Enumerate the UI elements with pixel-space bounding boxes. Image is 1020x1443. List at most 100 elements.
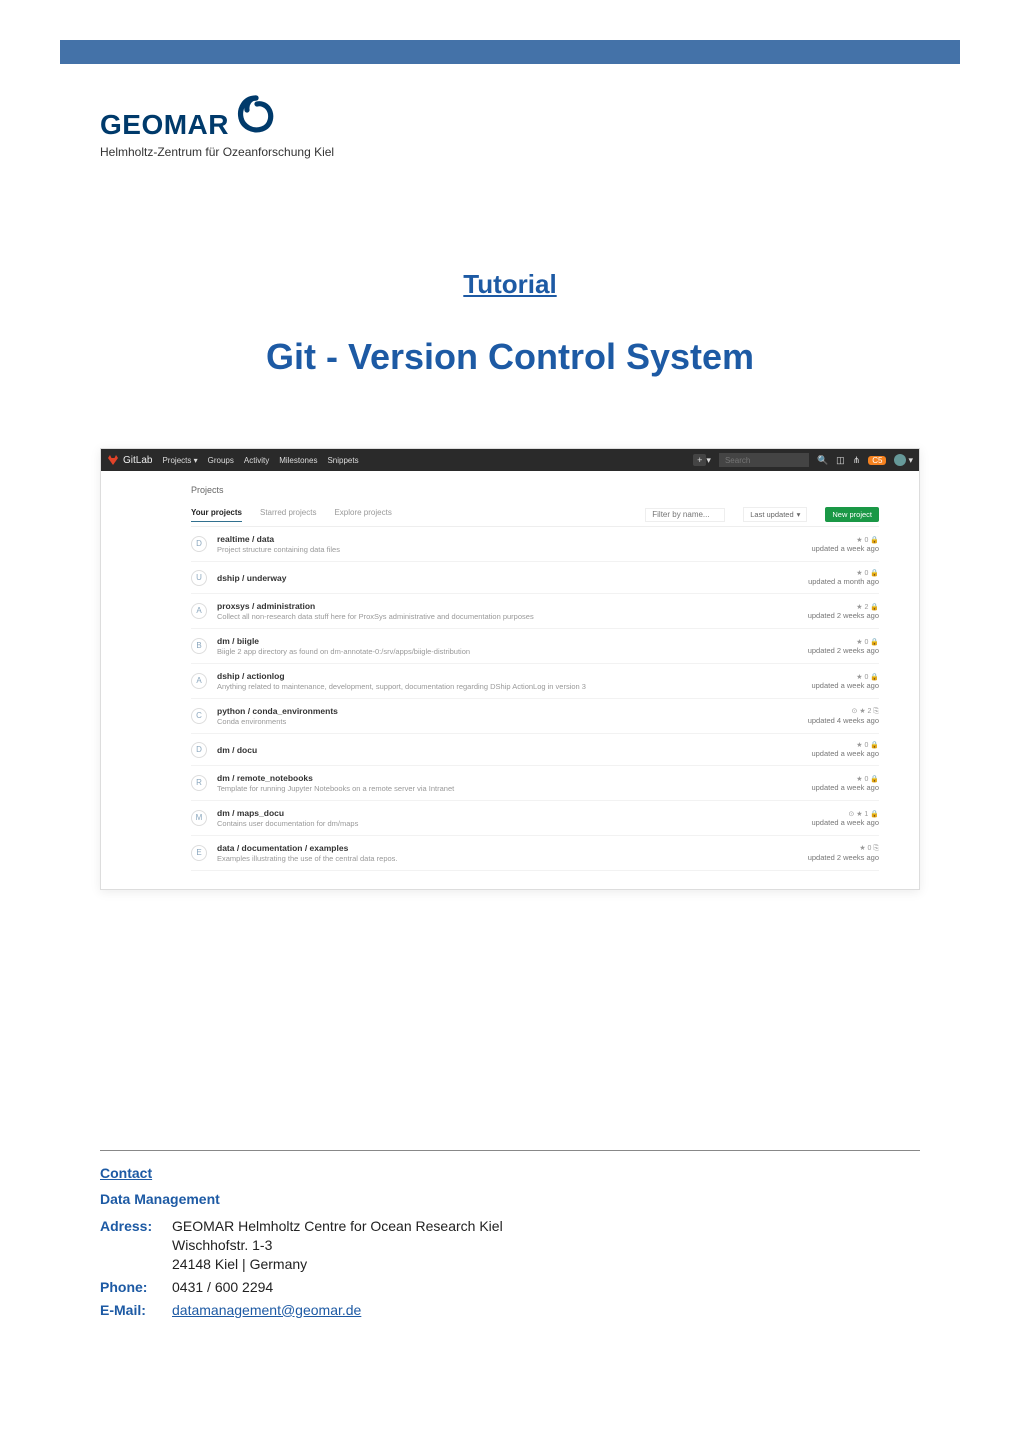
projects-heading: Projects	[191, 479, 879, 501]
project-stat-icons: ★ 0 🔒	[811, 775, 879, 783]
project-updated: updated 4 weeks ago	[808, 716, 879, 725]
sort-dropdown[interactable]: Last updated ▾	[743, 507, 807, 522]
project-updated: updated a week ago	[811, 749, 879, 758]
project-stat-icons: ★ 0 🔒	[811, 673, 879, 681]
project-row[interactable]: Drealtime / dataProject structure contai…	[191, 527, 879, 562]
phone-value: 0431 / 600 2294	[172, 1279, 273, 1295]
mr-icon[interactable]: ⋔	[853, 455, 861, 466]
issues-icon[interactable]: ◫	[836, 455, 845, 466]
project-title[interactable]: dship / underway	[217, 573, 798, 583]
nav-milestones[interactable]: Milestones	[279, 456, 317, 465]
project-avatar: U	[191, 570, 207, 586]
tab-your-projects[interactable]: Your projects	[191, 508, 242, 522]
filter-by-name-input[interactable]	[645, 508, 725, 522]
project-row[interactable]: Cpython / conda_environmentsConda enviro…	[191, 699, 879, 734]
project-row[interactable]: Ddm / docu ★ 0 🔒updated a week ago	[191, 734, 879, 766]
swirl-icon	[235, 94, 277, 141]
gitlab-logo-icon	[107, 454, 119, 466]
project-avatar: M	[191, 810, 207, 826]
project-row[interactable]: Rdm / remote_notebooksTemplate for runni…	[191, 766, 879, 801]
project-row[interactable]: Udship / underway ★ 0 🔒updated a month ag…	[191, 562, 879, 594]
project-stat-icons: ★ 0 🔒	[811, 536, 879, 544]
plus-icon[interactable]: +	[693, 454, 706, 466]
project-avatar: C	[191, 708, 207, 724]
contact-heading: Contact	[100, 1165, 920, 1181]
project-title[interactable]: python / conda_environments	[217, 706, 798, 716]
project-avatar: A	[191, 673, 207, 689]
project-updated: updated a month ago	[808, 577, 879, 586]
gitlab-brand[interactable]: GitLab	[107, 454, 152, 466]
global-search-input[interactable]	[719, 453, 809, 467]
project-avatar: B	[191, 638, 207, 654]
project-description: Conda environments	[217, 717, 798, 726]
project-description: Contains user documentation for dm/maps	[217, 819, 801, 828]
nav-projects[interactable]: Projects ▾	[162, 456, 197, 465]
project-title[interactable]: dm / biigle	[217, 636, 798, 646]
gitlab-screenshot: GitLab Projects ▾ Groups Activity Milest…	[100, 448, 920, 890]
address-label: Adress:	[100, 1217, 172, 1274]
project-avatar: A	[191, 603, 207, 619]
project-stat-icons: ★ 0 ⎘	[808, 844, 879, 853]
logo-subtitle: Helmholtz-Zentrum für Ozeanforschung Kie…	[100, 145, 1020, 159]
project-title[interactable]: proxsys / administration	[217, 601, 798, 611]
address-line1: GEOMAR Helmholtz Centre for Ocean Resear…	[172, 1218, 503, 1234]
project-row[interactable]: Aproxsys / administrationCollect all non…	[191, 594, 879, 629]
address-line3: 24148 Kiel | Germany	[172, 1256, 307, 1272]
tab-starred-projects[interactable]: Starred projects	[260, 508, 316, 521]
project-stat-icons: ★ 0 🔒	[808, 569, 879, 577]
address-line2: Wischhofstr. 1-3	[172, 1237, 272, 1253]
project-stat-icons: ⊙ ★ 2 ⎘	[808, 707, 879, 716]
project-updated: updated a week ago	[811, 544, 879, 553]
project-description: Anything related to maintenance, develop…	[217, 682, 801, 691]
project-stat-icons: ⊙ ★ 1 🔒	[811, 810, 879, 818]
email-link[interactable]: datamanagement@geomar.de	[172, 1302, 361, 1318]
gitlab-top-nav: GitLab Projects ▾ Groups Activity Milest…	[101, 449, 919, 471]
tutorial-heading: Tutorial	[0, 269, 1020, 300]
project-description: Examples illustrating the use of the cen…	[217, 854, 798, 863]
new-project-button[interactable]: New project	[825, 507, 879, 522]
project-title[interactable]: dm / maps_docu	[217, 808, 801, 818]
project-description: Project structure containing data files	[217, 545, 801, 554]
contact-subheading: Data Management	[100, 1191, 920, 1207]
project-list: Drealtime / dataProject structure contai…	[191, 527, 879, 871]
project-title[interactable]: dm / docu	[217, 745, 801, 755]
email-label: E-Mail:	[100, 1301, 172, 1320]
project-description: Template for running Jupyter Notebooks o…	[217, 784, 801, 793]
project-avatar: D	[191, 742, 207, 758]
project-stat-icons: ★ 0 🔒	[808, 638, 879, 646]
page-title: Git - Version Control System	[0, 336, 1020, 378]
todo-badge[interactable]: C5	[868, 456, 886, 465]
project-updated: updated 2 weeks ago	[808, 646, 879, 655]
project-title[interactable]: data / documentation / examples	[217, 843, 798, 853]
project-updated: updated a week ago	[811, 681, 879, 690]
project-description: Biigle 2 app directory as found on dm-an…	[217, 647, 798, 656]
project-updated: updated a week ago	[811, 783, 879, 792]
project-title[interactable]: dship / actionlog	[217, 671, 801, 681]
project-avatar: E	[191, 845, 207, 861]
nav-groups[interactable]: Groups	[208, 456, 234, 465]
project-row[interactable]: Adship / actionlogAnything related to ma…	[191, 664, 879, 699]
contact-section: Contact Data Management Adress: GEOMAR H…	[100, 1150, 920, 1319]
page-top-bar	[60, 40, 960, 64]
project-description: Collect all non-research data stuff here…	[217, 612, 798, 621]
project-row[interactable]: Bdm / biigleBiigle 2 app directory as fo…	[191, 629, 879, 664]
project-title[interactable]: dm / remote_notebooks	[217, 773, 801, 783]
project-updated: updated 2 weeks ago	[808, 853, 879, 862]
project-stat-icons: ★ 0 🔒	[811, 741, 879, 749]
nav-snippets[interactable]: Snippets	[327, 456, 358, 465]
tab-explore-projects[interactable]: Explore projects	[334, 508, 391, 521]
nav-activity[interactable]: Activity	[244, 456, 269, 465]
phone-label: Phone:	[100, 1278, 172, 1297]
project-stat-icons: ★ 2 🔒	[808, 603, 879, 611]
search-icon[interactable]: 🔍	[817, 455, 828, 466]
chevron-down-icon: ▾	[797, 510, 801, 519]
project-avatar: D	[191, 536, 207, 552]
project-updated: updated 2 weeks ago	[808, 611, 879, 620]
user-avatar[interactable]	[894, 454, 906, 466]
logo-text: GEOMAR	[100, 109, 229, 141]
project-avatar: R	[191, 775, 207, 791]
project-row[interactable]: Mdm / maps_docuContains user documentati…	[191, 801, 879, 836]
project-tabs-row: Your projects Starred projects Explore p…	[191, 501, 879, 527]
project-row[interactable]: Edata / documentation / examplesExamples…	[191, 836, 879, 871]
project-title[interactable]: realtime / data	[217, 534, 801, 544]
